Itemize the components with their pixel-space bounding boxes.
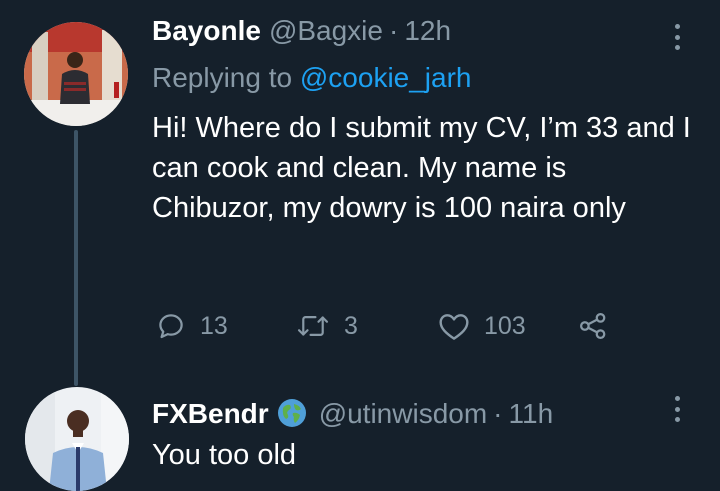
- separator: ·: [388, 15, 399, 46]
- more-vertical-icon[interactable]: [674, 24, 680, 50]
- more-vertical-icon[interactable]: [674, 396, 680, 422]
- avatar[interactable]: [25, 387, 129, 491]
- tweet[interactable]: Bayonle @Bagxie · 12h Replying to @cooki…: [0, 0, 720, 386]
- tweet-text: Hi! Where do I submit my CV, I’m 33 and …: [152, 112, 691, 224]
- globe-icon: [277, 398, 307, 428]
- retweet-icon: [296, 311, 330, 341]
- tweet[interactable]: FXBendr @utinwisdom · 11h You too old: [0, 380, 720, 491]
- thread-line: [74, 130, 78, 386]
- retweet-button[interactable]: 3: [296, 306, 358, 346]
- display-name[interactable]: FXBendr: [152, 398, 269, 430]
- like-button[interactable]: 103: [438, 306, 526, 346]
- separator: ·: [493, 398, 503, 429]
- handle[interactable]: @Bagxie: [269, 15, 383, 47]
- timestamp[interactable]: 12h: [404, 15, 451, 47]
- mention-link[interactable]: @cookie_jarh: [300, 62, 472, 93]
- replying-prefix: Replying to: [152, 62, 293, 93]
- share-button[interactable]: [578, 306, 608, 346]
- timestamp[interactable]: 11h: [509, 398, 554, 430]
- tweet-header: Bayonle @Bagxie · 12h: [152, 15, 451, 47]
- display-name[interactable]: Bayonle: [152, 15, 261, 47]
- share-icon: [578, 311, 608, 341]
- handle[interactable]: @utinwisdom: [319, 398, 487, 430]
- heart-icon: [438, 311, 470, 341]
- avatar[interactable]: [24, 22, 128, 126]
- reply-button[interactable]: 13: [156, 306, 228, 346]
- tweet-header: FXBendr @utinwisdom · 11h: [152, 393, 553, 430]
- like-count: 103: [484, 311, 526, 340]
- reply-count: 13: [200, 311, 228, 340]
- retweet-count: 3: [344, 311, 358, 340]
- tweet-actions: 13 3 103: [156, 306, 626, 346]
- replying-to: Replying to @cookie_jarh: [152, 62, 472, 94]
- reply-icon: [156, 311, 186, 341]
- tweet-text: You too old: [152, 439, 297, 471]
